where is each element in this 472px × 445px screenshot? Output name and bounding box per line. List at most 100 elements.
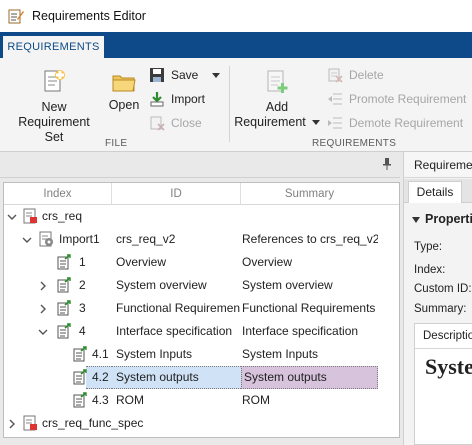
row-summary: Overview [242,255,293,269]
row-label: crs_req_func_spec [42,416,144,430]
requirements-app-icon [8,9,24,24]
tab-requirements[interactable]: REQUIREMENTS [2,35,105,58]
import-button[interactable]: Import [149,89,205,109]
new-requirement-set-label-2: Requirement Set [18,115,90,144]
row-index: 4.2 [92,370,109,384]
row-label: crs_req [42,209,83,223]
expand-chevron-icon[interactable] [7,419,17,429]
tree-row-1[interactable]: 1 Overview Overview [4,251,399,274]
row-summary: Functional Requirements [242,301,376,315]
window-title: Requirements Editor [32,9,146,23]
import-node-icon [39,231,53,247]
row-summary: References to crs_req_v2... [242,232,378,246]
description-tab[interactable]: Description [423,330,472,342]
row-summary: Interface specification [242,324,359,338]
demote-requirement-button[interactable]: Demote Requirement [327,113,463,133]
tree-row-set-crs-req[interactable]: crs_req [4,205,399,228]
column-header-id[interactable]: ID [112,183,241,205]
new-requirement-set-label-1: New [41,100,67,114]
requirement-set-icon [23,208,37,224]
save-icon [150,68,164,82]
row-summary: System Inputs [242,347,319,361]
collapse-chevron-icon[interactable] [38,327,48,337]
details-panel: Requirement Details Properties Type: Ind… [403,152,472,445]
add-requirement-button[interactable]: Add Requirement [234,68,320,130]
requirement-icon [57,323,71,339]
description-editor[interactable]: Description System [414,323,472,445]
tree-row-4-1[interactable]: 4.1 System Inputs System Inputs [4,343,399,366]
tree-row-4[interactable]: 4 Interface specification Interface spec… [4,320,399,343]
ribbon: New Requirement Set Open Save Import Clo… [0,58,472,152]
tree-row-4-3[interactable]: 4.3 ROM ROM [4,389,399,412]
details-panel-title: Requirement [404,152,472,178]
row-id: Functional Requirements [116,301,240,315]
row-id: Overview [116,255,167,269]
promote-icon [328,93,342,105]
save-dropdown-caret-icon[interactable] [212,72,221,78]
row-summary: ROM [242,393,270,407]
folder-open-icon [112,75,136,92]
ribbon-tab-strip: REQUIREMENTS [0,32,472,58]
column-header-summary[interactable]: Summary [241,183,378,205]
row-summary: System outputs [244,370,327,384]
row-index: 4 [79,324,86,338]
field-label-index: Index: [414,264,446,276]
new-requirement-set-icon [44,70,65,92]
row-id: System Inputs [116,347,193,361]
tree-row-2[interactable]: 2 System overview System overview [4,274,399,297]
tree-row-3[interactable]: 3 Functional Requirements Functional Req… [4,297,399,320]
open-button[interactable]: Open [105,68,143,113]
expand-chevron-icon[interactable] [38,281,48,291]
demote-label: Demote Requirement [349,116,464,130]
collapse-chevron-icon[interactable] [7,212,17,222]
add-requirement-label-2-text: Requirement [234,115,306,129]
tree-panel-header [0,152,400,178]
collapse-chevron-icon[interactable] [22,235,32,245]
row-index: Import1 [59,232,100,246]
promote-requirement-button[interactable]: Promote Requirement [327,89,466,109]
add-requirement-caret-icon[interactable] [311,120,320,126]
tree-row-4-2-selected[interactable]: 4.2 System outputs System outputs [4,366,399,389]
expand-chevron-icon[interactable] [38,304,48,314]
row-index: 4.1 [92,347,109,361]
add-requirement-label-2: Requirement [234,115,320,130]
row-id: crs_req_v2 [116,232,176,246]
field-label-custom-id: Custom ID: [414,283,472,295]
new-requirement-set-button[interactable]: New Requirement Set [8,68,100,145]
tree-row-import1[interactable]: Import1 crs_req_v2 References to crs_req… [4,228,399,251]
close-set-icon [150,116,165,131]
pin-icon[interactable] [382,158,392,170]
delete-label: Delete [349,68,384,82]
import-label: Import [171,92,206,106]
tree-row-set-crs-req-func-spec[interactable]: crs_req_func_spec [4,412,399,435]
open-label: Open [108,98,140,112]
promote-label: Promote Requirement [349,92,467,106]
requirement-icon [57,254,71,270]
requirement-icon [57,300,71,316]
requirement-set-icon [23,415,37,431]
requirement-icon [73,346,87,362]
requirement-icon [73,369,87,385]
add-requirement-label-1: Add [265,100,289,114]
row-id: System outputs [116,370,199,384]
tab-details[interactable]: Details [408,181,462,203]
row-index: 2 [79,278,86,292]
save-button[interactable]: Save [149,65,221,85]
row-index: 3 [79,301,86,315]
close-button[interactable]: Close [149,113,202,133]
close-label: Close [171,116,202,130]
import-icon [150,92,164,107]
field-label-summary: Summary: [414,303,467,315]
collapse-triangle-icon [412,216,420,223]
group-label-requirements: REQUIREMENTS [312,138,397,149]
field-label-type: Type: [414,241,443,253]
tree-header: Index ID Summary [4,183,399,205]
column-header-index[interactable]: Index [4,183,112,205]
delete-button[interactable]: Delete [327,65,384,85]
properties-section-header[interactable]: Properties [412,212,472,226]
details-tabs: Details [404,179,472,203]
description-preview-text: System [425,354,472,379]
group-label-file: FILE [105,138,128,149]
description-divider [415,348,472,349]
group-separator [229,66,230,142]
